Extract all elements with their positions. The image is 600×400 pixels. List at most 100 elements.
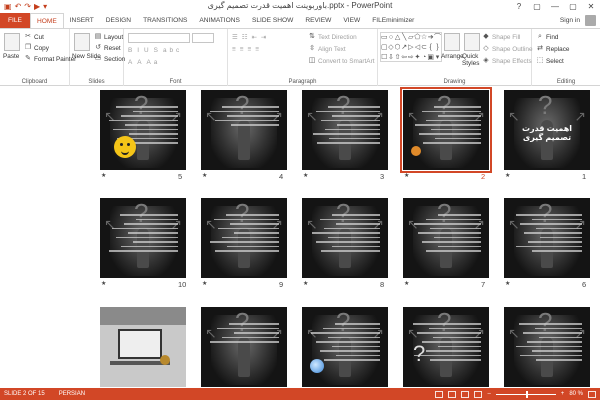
align-text-button[interactable]: ⇳ Align Text [308,45,346,53]
slide-thumbnail-1[interactable]: ? ↖ ↗ اهمیت قدرت تصمیم گیری [504,90,590,170]
font-name-box[interactable] [128,33,190,43]
tab-file[interactable]: FILE [0,13,30,28]
quick-styles-button[interactable]: Quick Styles [462,53,482,67]
slide-thumbnail-4[interactable]: ?↖↗ [201,90,287,170]
editing-group-label: Editing [556,79,576,85]
slide-thumbnail-10[interactable]: ?↖↗ [100,198,186,278]
shape-fill-button[interactable]: ◆ Shape Fill [482,33,520,41]
slide-thumbnail-11[interactable]: ?↖↗ [504,307,590,387]
tab-home[interactable]: HOME [29,13,64,28]
zoom-slider-thumb[interactable] [525,390,528,398]
paragraph-group-label: Paragraph [288,79,317,85]
zoom-level[interactable]: 80 % [569,391,583,397]
help-button[interactable]: ? [510,0,528,13]
avatar[interactable] [585,15,596,26]
layout-button[interactable]: ▤ Layout [94,33,124,41]
slide-body-text [209,106,279,129]
tab-animations[interactable]: ANIMATIONS [193,13,246,28]
tab-view[interactable]: VIEW [337,13,366,28]
transition-star-icon[interactable]: ★ [505,172,510,179]
shapes-gallery[interactable]: ▭ ○ △ ╲ ▱ ⬠ ☆ ➔ ⌒ ▢ ◇ ⬡ ↗ ▷ ◁ ⊂{} ☐ ⇩ ⇧ ⇦ ⇨ ✦ ◔ ▣ ▾ [380,32,442,62]
strike-icon: abc [162,47,183,54]
slide-thumbnail-2[interactable]: ?↖↗ [400,87,492,173]
font-size-box[interactable] [192,33,214,43]
tab-design[interactable]: DESIGN [100,13,137,28]
minimize-button[interactable]: — [546,0,564,13]
convert-smartart-button[interactable]: ◫ Convert to SmartArt [308,57,375,65]
shape-outline-button[interactable]: ◇ Shape Outline [482,45,532,53]
copy-button[interactable]: ❐ Copy [24,44,49,52]
ribbon-display-button[interactable]: ▢ [528,0,546,13]
zoom-out-icon[interactable]: – [487,391,490,397]
section-button[interactable]: ▭ Section [94,55,126,63]
font-format-buttons[interactable]: B I U Sabc [128,47,182,54]
slide-thumbnail-9[interactable]: ?↖↗ [201,198,287,278]
arrange-button[interactable]: Arrange [441,53,464,60]
slide-sorter-view-icon[interactable] [448,390,457,398]
slide-thumbnail-15[interactable] [100,307,186,387]
tab-insert[interactable]: INSERT [64,13,100,28]
laptop-screen [118,329,162,359]
zoom-slider[interactable] [495,390,556,398]
maximize-button[interactable]: ▢ [564,0,582,13]
slide-body-text [310,323,380,364]
language-indicator[interactable]: PERSIAN [59,391,85,397]
slide-thumbnail-12[interactable]: ?↖↗? [403,307,489,387]
transition-star-icon[interactable]: ★ [101,172,106,179]
tab-fileminimizer[interactable]: FILEminimizer [366,13,420,28]
transition-star-icon[interactable]: ★ [202,280,207,287]
transition-star-icon[interactable]: ★ [303,172,308,179]
transition-star-icon[interactable]: ★ [101,280,106,287]
new-slide-icon[interactable] [74,33,90,51]
transition-star-icon[interactable]: ★ [202,172,207,179]
text-direction-button[interactable]: ⇅ Text Direction [308,33,357,41]
replace-icon: ⇄ [537,45,543,52]
slide-counter: SLIDE 2 OF 15 [4,391,45,397]
close-button[interactable]: ✕ [582,0,600,13]
paste-button[interactable]: Paste [3,53,19,60]
paste-icon[interactable] [4,33,20,51]
quick-styles-icon[interactable] [464,33,480,51]
find-button[interactable]: ⌕ Find [536,33,558,41]
slides-group-label: Slides [88,79,105,85]
slide-thumbnail-5[interactable]: ?↖↗ [100,90,186,170]
select-button[interactable]: ⬚ Select [536,57,564,65]
align-buttons[interactable]: ≡ ≡ ≡ ≡ [232,46,261,53]
slide-thumbnail-3[interactable]: ?↖↗ [302,90,388,170]
smiley-icon [114,136,136,158]
transition-star-icon[interactable]: ★ [404,172,409,179]
slide-thumbnail-8[interactable]: ?↖↗ [302,198,388,278]
transition-star-icon[interactable]: ★ [505,280,510,287]
window-controls: ? ▢ — ▢ ✕ [510,0,600,13]
arrange-icon[interactable] [444,33,460,51]
zoom-in-icon[interactable]: + [561,391,565,397]
normal-view-icon[interactable] [435,390,444,398]
indent-icon: ⇤ [251,34,259,41]
list-buttons[interactable]: ☰ ☷ ⇤ ⇥ [232,33,268,41]
format-painter-button[interactable]: ✎ Format Painter [24,55,76,63]
slide-thumbnail-7[interactable]: ?↖↗ [403,198,489,278]
reading-view-icon[interactable] [461,390,470,398]
slideshow-view-icon[interactable] [474,390,483,398]
arrow-right-image: ↗ [574,108,586,124]
reset-button[interactable]: ↺ Reset [94,44,121,52]
slide-thumbnail-6[interactable]: ?↖↗ [504,198,590,278]
underline-icon: U [144,47,152,54]
replace-button[interactable]: ⇄ Replace [536,45,569,53]
transition-star-icon[interactable]: ★ [303,280,308,287]
slide-body-text [108,214,178,255]
shape-effects-button[interactable]: ◈ Shape Effects [482,57,531,65]
font-color-buttons[interactable]: A A Aa [128,59,160,66]
brush-icon: ✎ [25,55,31,62]
slide-body-text [310,106,380,147]
transition-star-icon[interactable]: ★ [404,280,409,287]
sign-in-link[interactable]: Sign in [560,13,580,28]
cut-button[interactable]: ✂ Cut [24,33,44,41]
tab-transitions[interactable]: TRANSITIONS [137,13,193,28]
tab-review[interactable]: REVIEW [299,13,337,28]
slide-thumbnail-14[interactable]: ?↖↗ [201,307,287,387]
fit-slide-icon[interactable] [588,390,596,398]
drawing-group: ▭ ○ △ ╲ ▱ ⬠ ☆ ➔ ⌒ ▢ ◇ ⬡ ↗ ▷ ◁ ⊂{} ☐ ⇩ ⇧ ⇦ ⇨ ✦ ◔ ▣ ▾ Arrange Qu… [378,29,533,86]
slide-thumbnail-13[interactable]: ?↖↗ [302,307,388,387]
tab-slide-show[interactable]: SLIDE SHOW [246,13,299,28]
